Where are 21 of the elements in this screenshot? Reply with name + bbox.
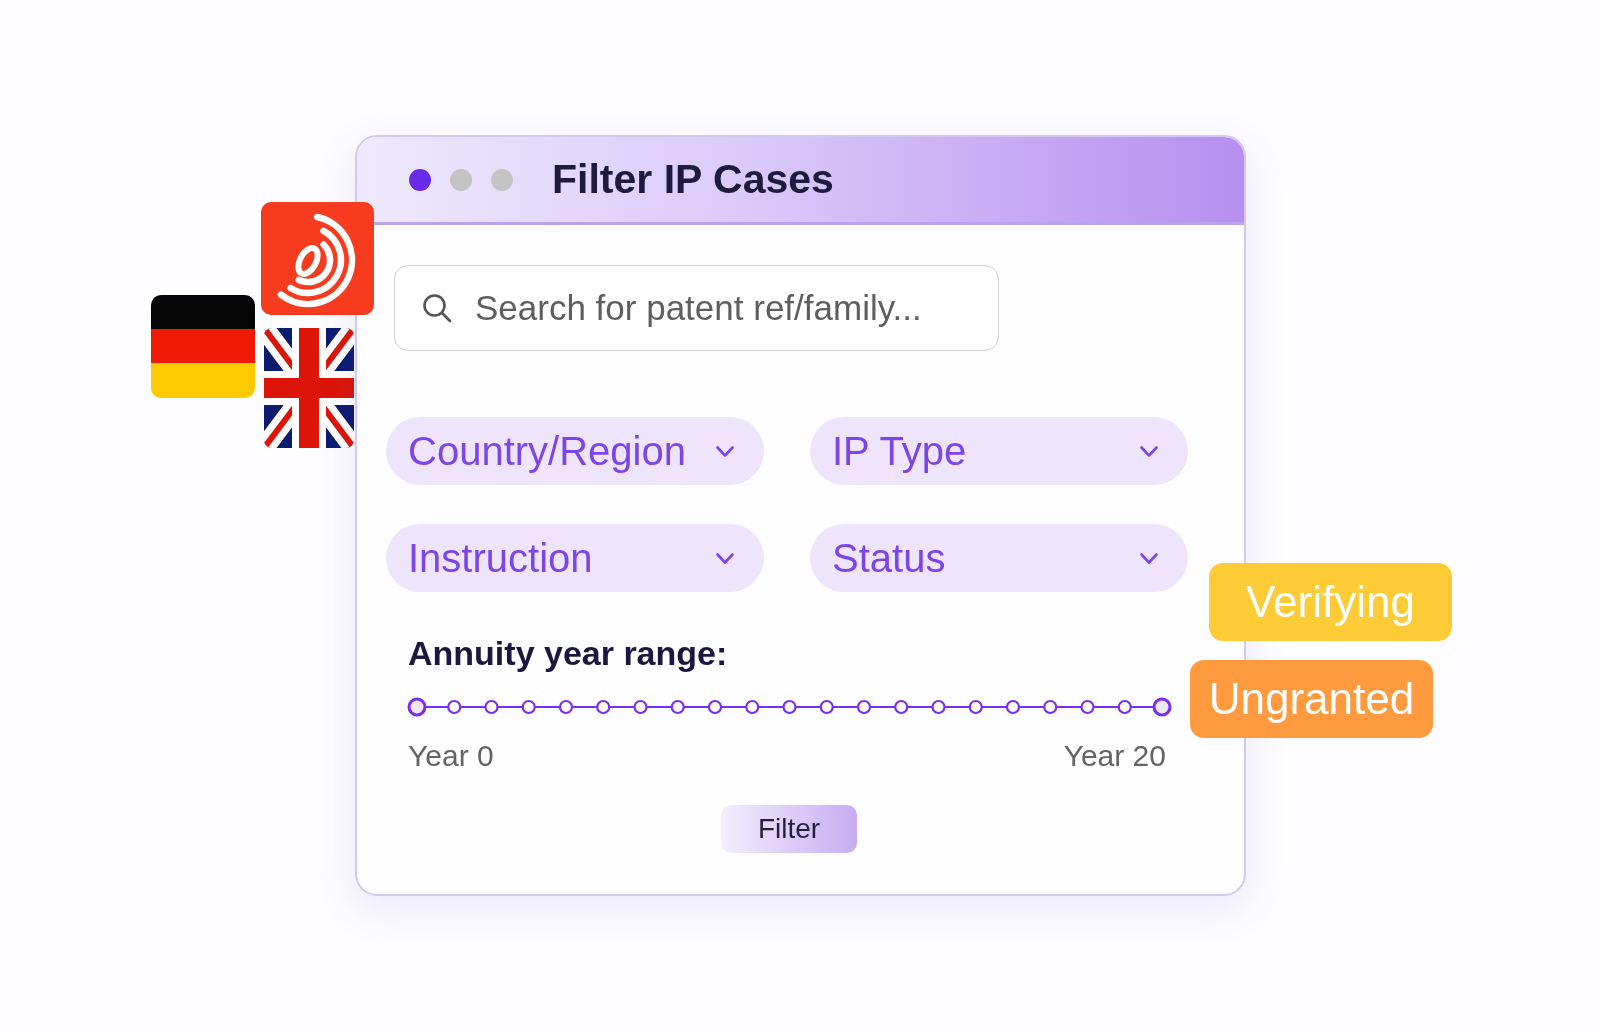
filter-button[interactable]: Filter	[721, 805, 857, 853]
dropdown[interactable]: IP Type	[810, 417, 1188, 485]
search-field[interactable]: Search for patent ref/family...	[394, 265, 999, 351]
dropdown[interactable]: Status	[810, 524, 1188, 592]
window-control-dot-icon[interactable]	[491, 168, 513, 191]
chevron-down-icon	[716, 445, 734, 457]
window-title: Filter IP Cases	[552, 156, 834, 203]
chevron-down-icon	[1140, 552, 1158, 564]
search-icon	[422, 293, 452, 323]
range-max-label: Year 20	[1063, 738, 1166, 774]
range-min-label: Year 0	[408, 738, 494, 774]
window-control-dot-icon[interactable]	[409, 168, 431, 191]
status-tag: Verifying	[1209, 563, 1452, 641]
dropdown[interactable]: Country/Region	[386, 417, 764, 485]
chevron-down-icon	[716, 552, 734, 564]
window-control-dot-icon[interactable]	[450, 168, 472, 191]
germany-flag-icon	[151, 295, 255, 398]
status-tag: Ungranted	[1190, 660, 1433, 738]
dropdown[interactable]: Instruction	[386, 524, 764, 592]
chevron-down-icon	[1140, 445, 1158, 457]
range-label: Annuity year range:	[408, 633, 728, 673]
